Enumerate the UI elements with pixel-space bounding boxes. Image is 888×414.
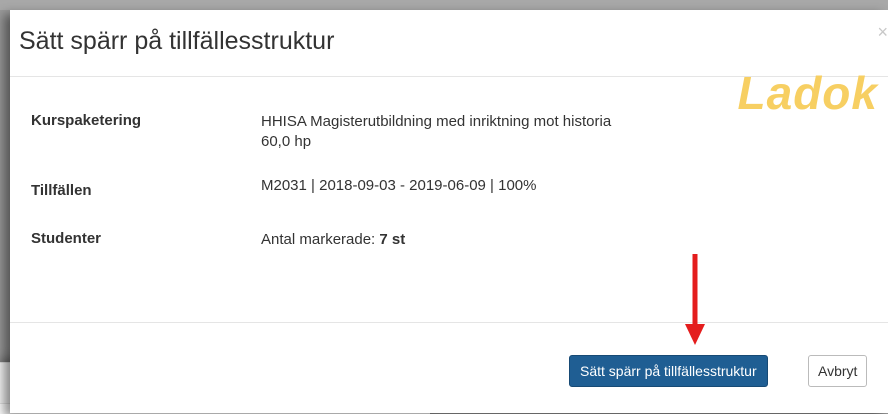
- field-value-line: HHISA Magisterutbildning med inriktning …: [261, 113, 612, 130]
- field-label: Kurspaketering: [31, 112, 142, 129]
- field-value: HHISA Magisterutbildning med inriktning …: [261, 112, 611, 152]
- field-value: Antal markerade: 7 st: [261, 230, 405, 250]
- field-label: Tillfällen: [31, 182, 92, 199]
- ladok-watermark: Ladok: [737, 67, 878, 119]
- field-value: M2031 | 2018-09-03 - 2019-06-09 | 100%: [261, 177, 537, 194]
- cancel-button[interactable]: Avbryt: [808, 355, 868, 387]
- field-value-line: 60,0 hp: [261, 133, 312, 150]
- arrow-down-icon: [685, 254, 705, 345]
- modal-dialog: Sätt spärr på tillfällesstruktur × Ladok…: [10, 10, 888, 413]
- field-value-strong: 7 st: [379, 231, 406, 248]
- submit-button[interactable]: Sätt spärr på tillfällesstruktur: [569, 355, 768, 387]
- modal-footer-divider: [10, 322, 888, 323]
- field-value-prefix: Antal markerade:: [261, 231, 380, 248]
- background-page: [0, 0, 888, 10]
- field-label: Studenter: [31, 230, 102, 247]
- modal-title: Sätt spärr på tillfällesstruktur: [19, 27, 335, 55]
- close-icon[interactable]: ×: [877, 22, 888, 43]
